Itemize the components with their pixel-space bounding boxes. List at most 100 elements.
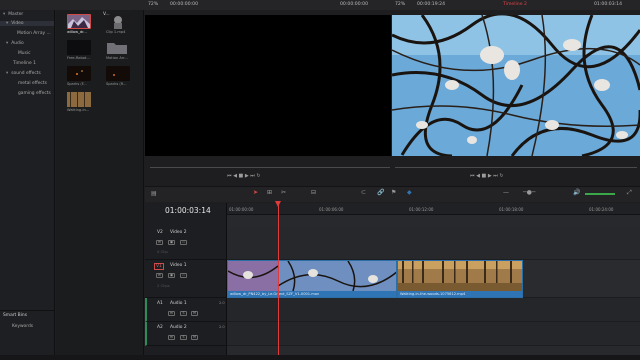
disable-track-icon[interactable]: ▭ xyxy=(180,273,187,278)
page-navigation-bar xyxy=(0,355,640,360)
volume-icon[interactable]: 🔊 xyxy=(573,189,580,196)
fullscreen-icon[interactable]: ⤢ xyxy=(627,189,632,197)
track-lane-a1[interactable] xyxy=(227,298,640,322)
timeline-scrub-bar[interactable] xyxy=(395,167,637,168)
clip-label: Free-Robot... xyxy=(67,56,90,60)
bin-list-panel: ▾ Master ▾ Video Motion Array ... ▾ Audio M… xyxy=(0,10,55,355)
clip-label: Motion Arr... xyxy=(106,56,128,60)
timeline-area[interactable]: 01:00:00:00 01:00:06:00 01:00:12:00 01:0… xyxy=(227,203,640,355)
bin-item-label: metal effects xyxy=(18,81,47,86)
clip-thumbnail[interactable] xyxy=(67,14,91,29)
track-id: A1 xyxy=(157,301,163,306)
track-header-a1[interactable]: A1 Audio 1 2.0 ⊟ S M xyxy=(145,298,227,322)
snapping-icon[interactable]: ⊂ xyxy=(361,189,366,196)
source-zoom[interactable]: 72% xyxy=(148,2,158,12)
clip-label: Sparks (F... xyxy=(67,82,87,86)
smart-bin-keywords[interactable]: Keywords xyxy=(12,324,33,329)
clip-thumbnail-image xyxy=(76,70,83,75)
track-name: Video 1 xyxy=(170,263,187,268)
timeline-timecode: 01:00:03:14 xyxy=(165,206,211,215)
track-header-v2[interactable]: V2 Video 2 ⊟ ▣ ▭ 0 Clip xyxy=(145,227,227,260)
lock-icon[interactable]: ⊟ xyxy=(168,335,175,340)
chevron-down-icon: ▾ xyxy=(6,71,9,76)
zoom-out-icon[interactable]: — xyxy=(503,189,509,196)
ruler-label: 01:00:12:00 xyxy=(409,207,434,212)
bin-item-timeline-1[interactable]: Timeline 1 xyxy=(13,61,36,66)
clip-filmstrip xyxy=(398,261,522,291)
timeline-viewer-frame xyxy=(392,15,640,156)
track-lane-a2[interactable] xyxy=(227,322,640,346)
lock-icon[interactable]: ⊟ xyxy=(156,240,163,245)
clip-name: Walking-in-the-woods-1075612.mp4 xyxy=(400,292,466,296)
track-clip-count: 0 Clip xyxy=(157,249,168,254)
folder-icon[interactable] xyxy=(106,40,130,55)
track-header-a2[interactable]: A2 Audio 2 2.0 ⊟ S M xyxy=(145,322,227,346)
track-id: A2 xyxy=(157,325,163,330)
insert-clip-icon[interactable]: ⊟ xyxy=(311,189,316,196)
selection-tool-icon[interactable]: ➤ xyxy=(253,189,258,196)
volume-slider[interactable] xyxy=(585,193,615,195)
bin-item-label: Timeline 1 xyxy=(13,61,36,66)
source-timecode: 00:00:00:00 xyxy=(170,2,199,7)
bin-item-label: Audio xyxy=(11,41,24,46)
bin-item-label: gaming effects xyxy=(18,91,51,96)
bin-item-label: Master xyxy=(8,12,24,17)
timeline-clip[interactable]: Walking-in-the-woods-1075612.mp4 xyxy=(397,260,523,298)
mute-icon[interactable]: M xyxy=(191,311,198,316)
ruler-label: 01:00:24:00 xyxy=(589,207,614,212)
clip-thumbnail[interactable] xyxy=(67,40,91,55)
clip-thumbnail[interactable] xyxy=(67,66,91,81)
timeline-name-dropdown[interactable]: Timeline 2 xyxy=(503,2,527,12)
zoom-slider[interactable]: ─●─ xyxy=(523,189,535,196)
mute-icon[interactable]: M xyxy=(191,335,198,340)
playhead-handle[interactable] xyxy=(275,201,281,207)
auto-select-icon[interactable]: ▣ xyxy=(168,273,175,278)
chevron-down-icon: ▾ xyxy=(6,41,9,46)
lock-icon[interactable]: ⊟ xyxy=(156,273,163,278)
playhead[interactable] xyxy=(278,203,279,355)
linked-selection-icon[interactable]: 🔗 xyxy=(377,189,384,196)
source-scrub-bar[interactable] xyxy=(150,167,390,168)
marker-icon[interactable]: ◆ xyxy=(407,189,412,196)
bin-item-video[interactable]: ▾ Video xyxy=(0,21,54,26)
bin-item-music[interactable]: Music xyxy=(18,51,31,56)
solo-icon[interactable]: S xyxy=(180,335,187,340)
trim-tool-icon[interactable]: ⊞ xyxy=(267,189,272,196)
top-header-strip xyxy=(0,0,640,10)
track-lane-v2[interactable] xyxy=(227,227,640,260)
track-header-v1[interactable]: V1 Video 1 ⊟ ▣ ▭ 2 Clips xyxy=(145,260,227,298)
bin-item-metal-effects[interactable]: metal effects xyxy=(18,81,47,86)
chevron-down-icon: ▾ xyxy=(6,21,9,26)
bin-item-gaming-effects[interactable]: gaming effects xyxy=(18,91,51,96)
auto-select-icon[interactable]: ▣ xyxy=(168,240,175,245)
folder-icon-shape xyxy=(107,43,127,54)
divider xyxy=(0,310,54,311)
flag-icon[interactable]: ⚑ xyxy=(391,189,396,196)
disable-track-icon[interactable]: ▭ xyxy=(180,240,187,245)
source-viewer[interactable] xyxy=(145,15,391,156)
solo-icon[interactable]: S xyxy=(180,311,187,316)
track-name: Audio 2 xyxy=(170,325,187,330)
bin-item-motion-array[interactable]: Motion Array ... xyxy=(17,31,51,36)
bin-item-audio[interactable]: ▾ Audio xyxy=(6,41,24,46)
track-id[interactable]: V1 xyxy=(154,263,164,270)
timeline-view-icon[interactable]: ▤ xyxy=(151,190,157,197)
bin-item-sound-effects[interactable]: ▾ sound effects xyxy=(6,71,41,76)
track-channels: 2.0 xyxy=(219,325,225,329)
bin-item-master[interactable]: ▾ Master xyxy=(3,12,23,17)
source-duration: 00:00:00:00 xyxy=(340,2,369,7)
clip-thumbnail[interactable] xyxy=(106,66,130,81)
lock-icon[interactable]: ⊟ xyxy=(168,311,175,316)
clip-label: Clip 1.mp4 xyxy=(106,30,126,34)
clip-thumbnail[interactable] xyxy=(67,92,91,107)
source-transport-controls[interactable]: ⏮ ◀ ■ ▶ ⏭ ↻ xyxy=(227,173,261,179)
timeline-clip[interactable]: willow_dr_PN422_by_Le.Grand_SZF_V1-0001.… xyxy=(227,260,397,298)
timeline-viewer-position: 01:00:03:14 xyxy=(594,2,623,7)
timeline-viewer[interactable] xyxy=(392,15,640,156)
timeline-viewer-timecode: 00:00:19:24 xyxy=(417,2,446,7)
blade-tool-icon[interactable]: ✂ xyxy=(281,189,286,196)
timeline-zoom[interactable]: 72% xyxy=(395,2,405,12)
timeline-ruler[interactable]: 01:00:00:00 01:00:06:00 01:00:12:00 01:0… xyxy=(227,203,640,215)
timeline-transport-controls[interactable]: ⏮ ◀ ■ ▶ ⏭ ↻ xyxy=(470,173,504,179)
clip-thumbnail-image xyxy=(67,92,91,107)
